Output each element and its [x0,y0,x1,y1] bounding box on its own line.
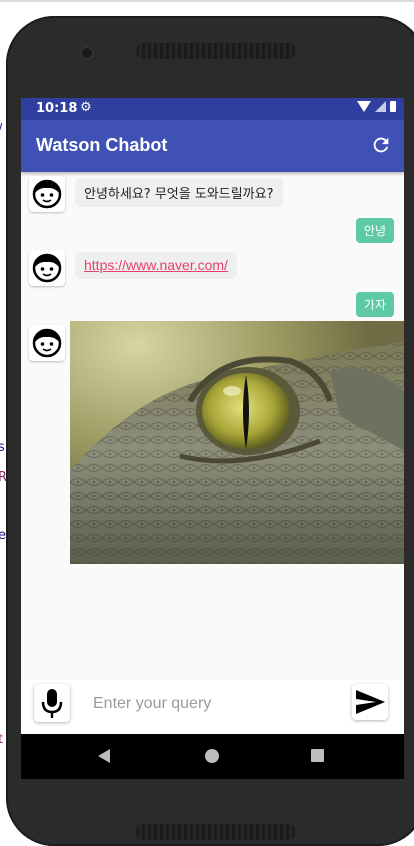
back-icon[interactable] [98,749,110,763]
signal-icon [375,101,386,112]
front-camera [80,46,94,60]
refresh-icon[interactable] [370,134,392,156]
battery-icon [390,101,396,112]
app-screen: 10:18 ⚙ Watson Chabot 안녕하세요? 무엇을 도와드릴까요?… [21,98,404,779]
status-bar: 10:18 ⚙ [21,98,404,120]
query-input[interactable] [91,688,345,720]
bot-avatar [29,250,65,286]
bottom-speaker [136,824,296,840]
face-avatar-icon [32,179,62,209]
page-top-divider [0,0,414,2]
user-message-text: 안녕 [363,224,386,238]
app-bar: Watson Chabot [21,120,404,172]
gear-icon: ⚙ [80,100,92,115]
user-message: 안녕 [355,218,394,243]
background-page-edge: / [0,122,2,137]
send-icon [356,690,385,714]
background-page-edge: t [0,732,4,747]
message-link[interactable]: https://www.naver.com/ [84,257,228,273]
face-avatar-icon [32,328,62,358]
crocodile-eye-photo[interactable] [70,321,404,564]
wifi-icon [357,101,371,112]
android-nav-bar [21,734,404,779]
bot-avatar [29,176,65,212]
bot-message: https://www.naver.com/ [75,252,237,279]
user-message: 가자 [355,292,394,317]
recents-icon[interactable] [311,749,324,762]
background-page-edge: s [0,440,5,455]
bot-message: 안녕하세요? 무엇을 도와드릴까요? [75,178,283,207]
status-time: 10:18 [36,101,78,116]
home-icon[interactable] [205,749,219,763]
user-message-text: 가자 [363,298,386,312]
earpiece-speaker [136,43,296,59]
bot-avatar [29,325,65,361]
mic-button[interactable] [34,684,70,722]
status-icons [357,101,396,112]
send-button[interactable] [352,684,388,720]
bot-message-text: 안녕하세요? 무엇을 도와드릴까요? [84,187,274,202]
query-bar [21,680,404,734]
face-avatar-icon [32,253,62,283]
microphone-icon [41,689,63,718]
app-title: Watson Chabot [36,135,168,155]
